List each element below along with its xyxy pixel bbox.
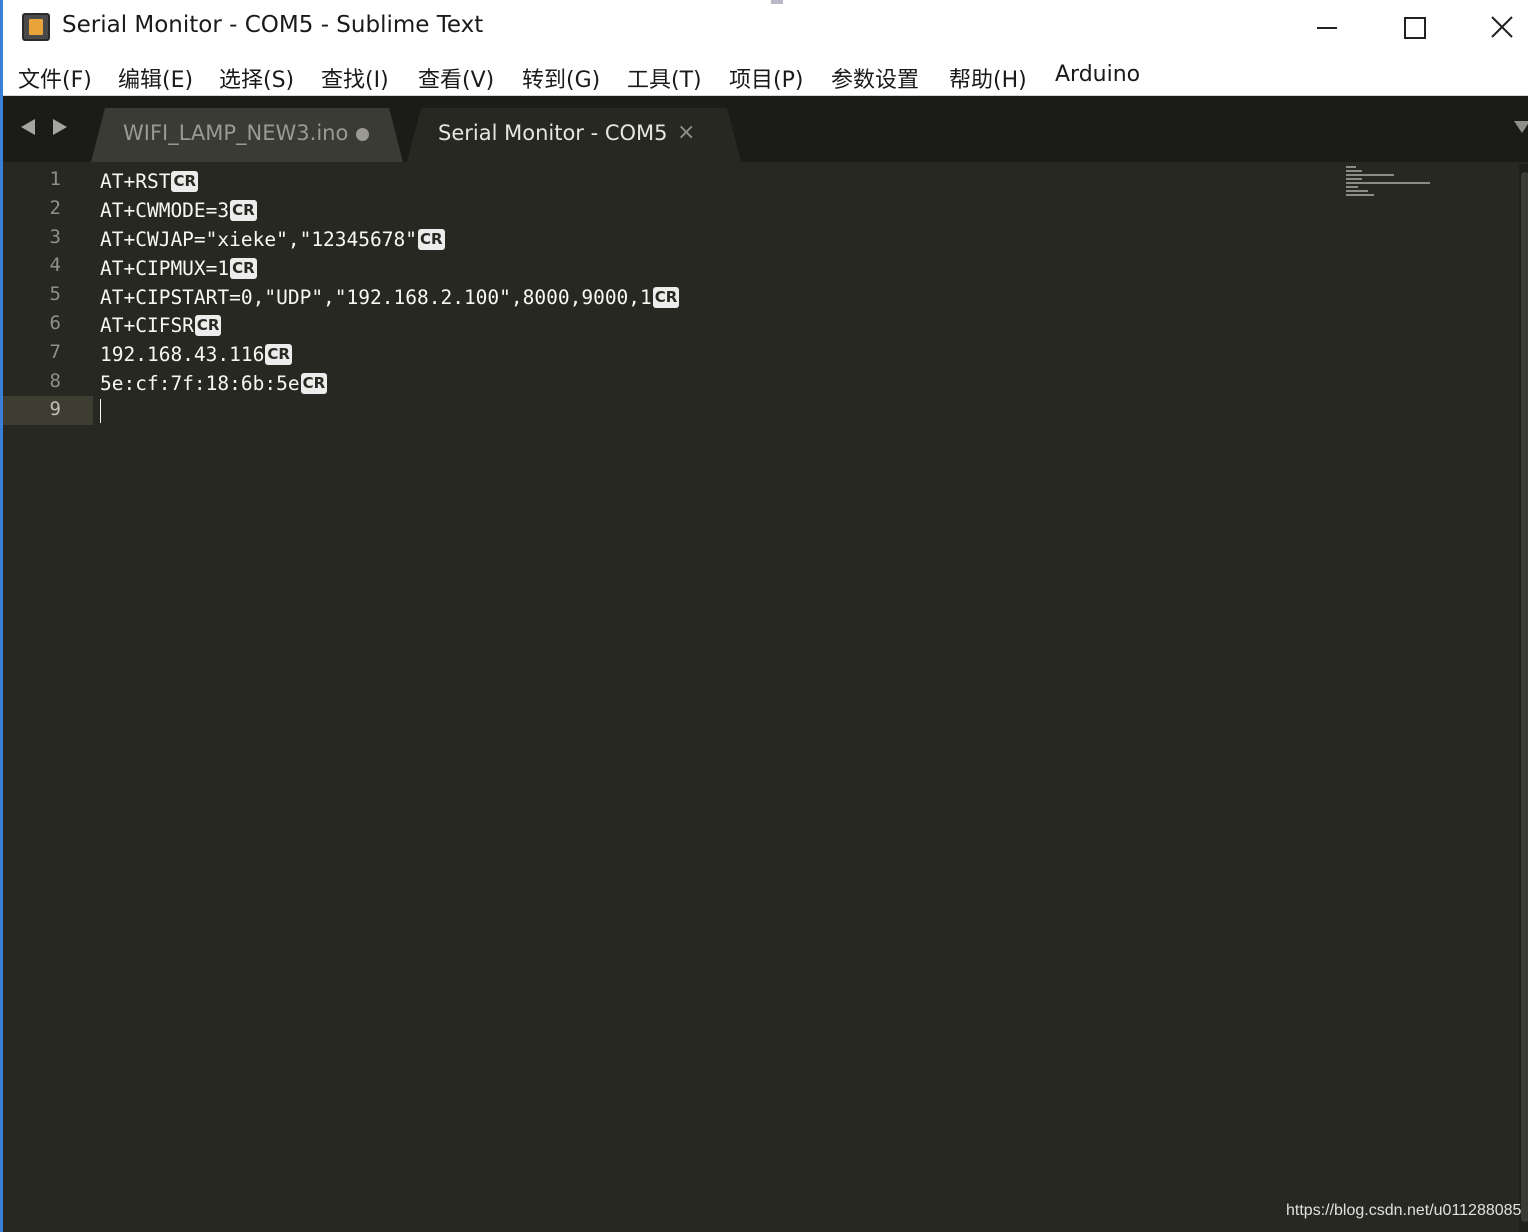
cr-marker: CR — [230, 199, 257, 221]
code-text: 5e:cf:7f:18:6b:5e — [100, 371, 300, 395]
watermark-url: https://blog.csdn.net/u011288085 — [1286, 1202, 1522, 1219]
text-caret — [100, 399, 101, 423]
maximize-button[interactable] — [1370, 0, 1458, 54]
code-text: AT+CIFSR — [100, 313, 194, 337]
minimap-line — [1346, 182, 1430, 184]
code-line[interactable]: 192.168.43.116 CR — [100, 340, 292, 368]
menu-view[interactable]: 查看(V) — [418, 62, 494, 94]
code-text: AT+CWMODE=3 — [100, 198, 230, 222]
tab-nav-left-icon[interactable] — [19, 118, 37, 136]
line-number-current: 9 — [3, 396, 89, 425]
menu-bar: 文件(F) 编辑(E) 选择(S) 查找(I) 查看(V) 转到(G) 工具(T… — [3, 56, 1528, 96]
code-line[interactable]: AT+CIFSR CR — [100, 311, 222, 339]
current-line-highlight — [89, 396, 93, 425]
menu-selection[interactable]: 选择(S) — [219, 62, 294, 94]
menu-project[interactable]: 项目(P) — [729, 62, 803, 94]
code-text: AT+RST — [100, 169, 171, 193]
code-line[interactable]: AT+RST CR — [100, 167, 199, 195]
minimap-line — [1346, 166, 1356, 168]
minimap-line — [1346, 170, 1362, 172]
code-line[interactable]: AT+CIPMUX=1 CR — [100, 254, 257, 282]
minimap-line — [1346, 178, 1362, 180]
cr-marker: CR — [652, 286, 680, 308]
menu-help[interactable]: 帮助(H) — [949, 62, 1027, 94]
line-number: 4 — [49, 254, 61, 276]
minimize-button[interactable] — [1283, 0, 1371, 54]
cr-marker: CR — [230, 257, 257, 279]
minimap-line — [1346, 186, 1358, 188]
code-line[interactable]: 5e:cf:7f:18:6b:5e CR — [100, 369, 328, 397]
window-title: Serial Monitor - COM5 - Sublime Text — [62, 12, 484, 38]
tab-list-dropdown-icon[interactable] — [1514, 120, 1528, 134]
code-line[interactable]: AT+CWJAP="xieke","12345678" CR — [100, 225, 445, 253]
tab-wifi-lamp[interactable]: WIFI_LAMP_NEW3.ino — [91, 108, 403, 162]
drag-marker — [771, 0, 783, 4]
code-text: AT+CIPMUX=1 — [100, 256, 230, 280]
menu-find[interactable]: 查找(I) — [321, 62, 389, 94]
code-text: 192.168.43.116 — [100, 342, 265, 366]
scrollbar-thumb[interactable] — [1521, 172, 1528, 1222]
code-text: AT+CIPSTART=0,"UDP","192.168.2.100",8000… — [100, 285, 652, 309]
cr-marker: CR — [417, 228, 445, 250]
menu-edit[interactable]: 编辑(E) — [118, 62, 193, 94]
tab-label: WIFI_LAMP_NEW3.ino — [123, 121, 349, 145]
menu-preferences[interactable]: 参数设置 — [831, 62, 919, 94]
close-icon — [1491, 16, 1513, 38]
line-number: 8 — [49, 370, 61, 392]
line-number: 3 — [49, 226, 61, 248]
close-window-button[interactable] — [1457, 0, 1528, 54]
menu-goto[interactable]: 转到(G) — [522, 62, 600, 94]
minimap-line — [1346, 174, 1394, 176]
line-number: 7 — [49, 341, 61, 363]
tab-serial-monitor[interactable]: Serial Monitor - COM5 × — [407, 108, 741, 162]
cr-marker: CR — [194, 314, 222, 336]
code-text: AT+CWJAP="xieke","12345678" — [100, 227, 417, 251]
sublime-app-icon[interactable] — [22, 13, 50, 41]
tab-label: Serial Monitor - COM5 — [438, 121, 668, 145]
menu-file[interactable]: 文件(F) — [18, 62, 92, 94]
tab-nav-right-icon[interactable] — [51, 118, 69, 136]
line-number: 5 — [49, 283, 61, 305]
cr-marker: CR — [171, 170, 199, 192]
cr-marker: CR — [300, 372, 328, 394]
tab-close-icon[interactable]: × — [677, 120, 695, 145]
modified-dot-icon[interactable] — [356, 128, 369, 141]
minimap-line — [1346, 190, 1368, 192]
tab-bar: WIFI_LAMP_NEW3.ino Serial Monitor - COM5… — [3, 96, 1528, 162]
minimap[interactable] — [1343, 164, 1443, 204]
line-number: 1 — [49, 168, 61, 190]
cr-marker: CR — [265, 343, 292, 365]
menu-tools[interactable]: 工具(T) — [627, 62, 702, 94]
code-line[interactable]: AT+CWMODE=3 CR — [100, 196, 257, 224]
minimap-line — [1346, 194, 1374, 196]
vertical-scrollbar[interactable] — [1519, 164, 1528, 1232]
title-bar: Serial Monitor - COM5 - Sublime Text — [3, 0, 1528, 56]
sublime-window: Serial Monitor - COM5 - Sublime Text 文件(… — [0, 0, 1528, 1232]
line-number: 6 — [49, 312, 61, 334]
line-number-gutter: 1 2 3 4 5 6 7 8 9 — [3, 162, 93, 1232]
code-line[interactable]: AT+CIPSTART=0,"UDP","192.168.2.100",8000… — [100, 283, 680, 311]
menu-arduino[interactable]: Arduino — [1055, 62, 1140, 87]
line-number: 2 — [49, 197, 61, 219]
